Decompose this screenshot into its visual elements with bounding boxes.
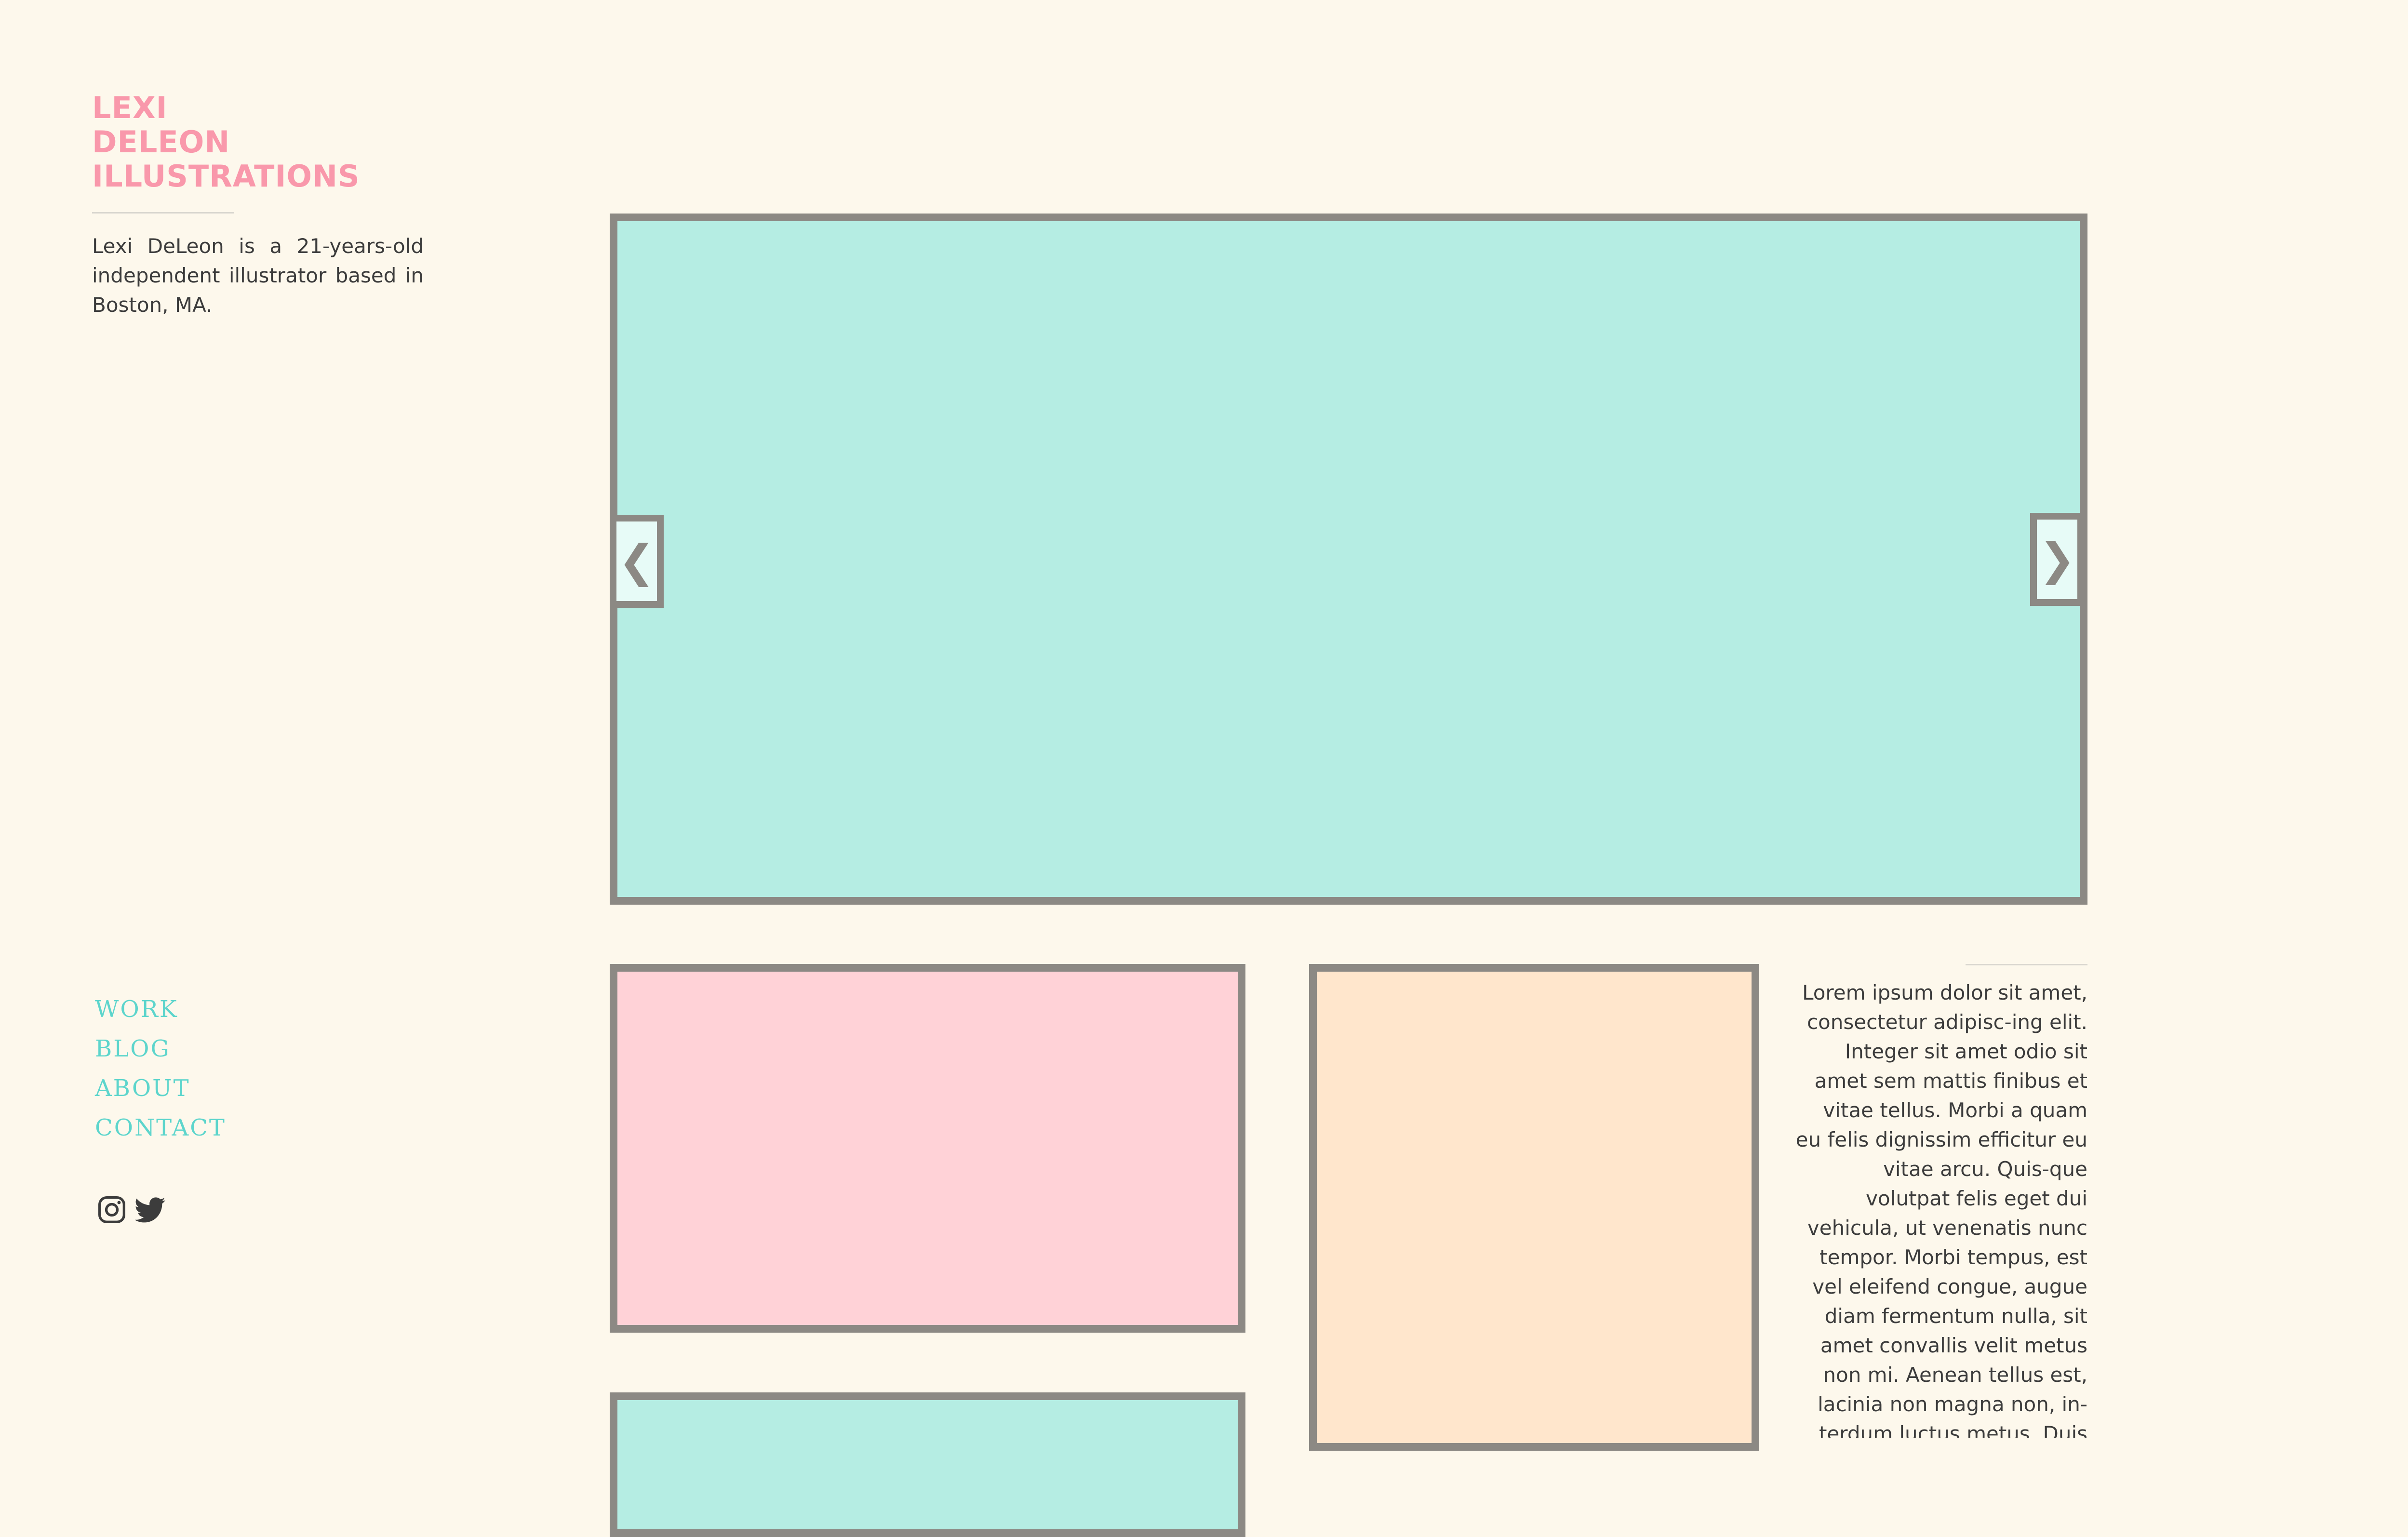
instagram-glyph bbox=[98, 1196, 125, 1223]
article-text: Lorem ipsum dolor sit amet, consectetur … bbox=[1795, 981, 2087, 1438]
instagram-icon[interactable] bbox=[96, 1194, 127, 1225]
article-divider bbox=[1966, 964, 2087, 965]
gallery-tile-peach[interactable] bbox=[1309, 964, 1759, 1451]
nav-item-work: WORK bbox=[95, 989, 226, 1029]
nav-link-about[interactable]: ABOUT bbox=[95, 1069, 226, 1108]
bio-text: Lexi DeLeon is a 21-years-old independen… bbox=[92, 234, 424, 317]
chevron-left-icon: ❮ bbox=[618, 535, 656, 587]
site-title[interactable]: LEXI DELEON ILLUSTRATIONS bbox=[92, 91, 360, 193]
nav-link-blog[interactable]: BLOG bbox=[95, 1029, 226, 1069]
title-divider bbox=[92, 212, 234, 214]
nav-link-work[interactable]: WORK bbox=[95, 989, 226, 1029]
nav-item-blog: BLOG bbox=[95, 1029, 226, 1069]
slider-next-button[interactable]: ❯ bbox=[2030, 513, 2084, 606]
chevron-right-icon: ❯ bbox=[2038, 534, 2076, 585]
site-title-line-3: ILLUSTRATIONS bbox=[92, 159, 360, 194]
site-title-line-2: DELEON bbox=[92, 124, 230, 160]
main-nav: WORK BLOG ABOUT CONTACT bbox=[95, 989, 226, 1148]
slider-prev-button[interactable]: ❮ bbox=[610, 515, 664, 608]
gallery-tile-pink[interactable] bbox=[610, 964, 1245, 1333]
nav-item-contact: CONTACT bbox=[95, 1108, 226, 1148]
nav-item-about: ABOUT bbox=[95, 1069, 226, 1108]
twitter-glyph bbox=[135, 1197, 165, 1223]
site-title-line-1: LEXI bbox=[92, 90, 168, 125]
nav-link-contact[interactable]: CONTACT bbox=[95, 1108, 226, 1148]
twitter-icon[interactable] bbox=[135, 1194, 166, 1225]
hero-slide[interactable] bbox=[610, 214, 2087, 905]
gallery-tile-teal[interactable] bbox=[610, 1392, 1245, 1537]
